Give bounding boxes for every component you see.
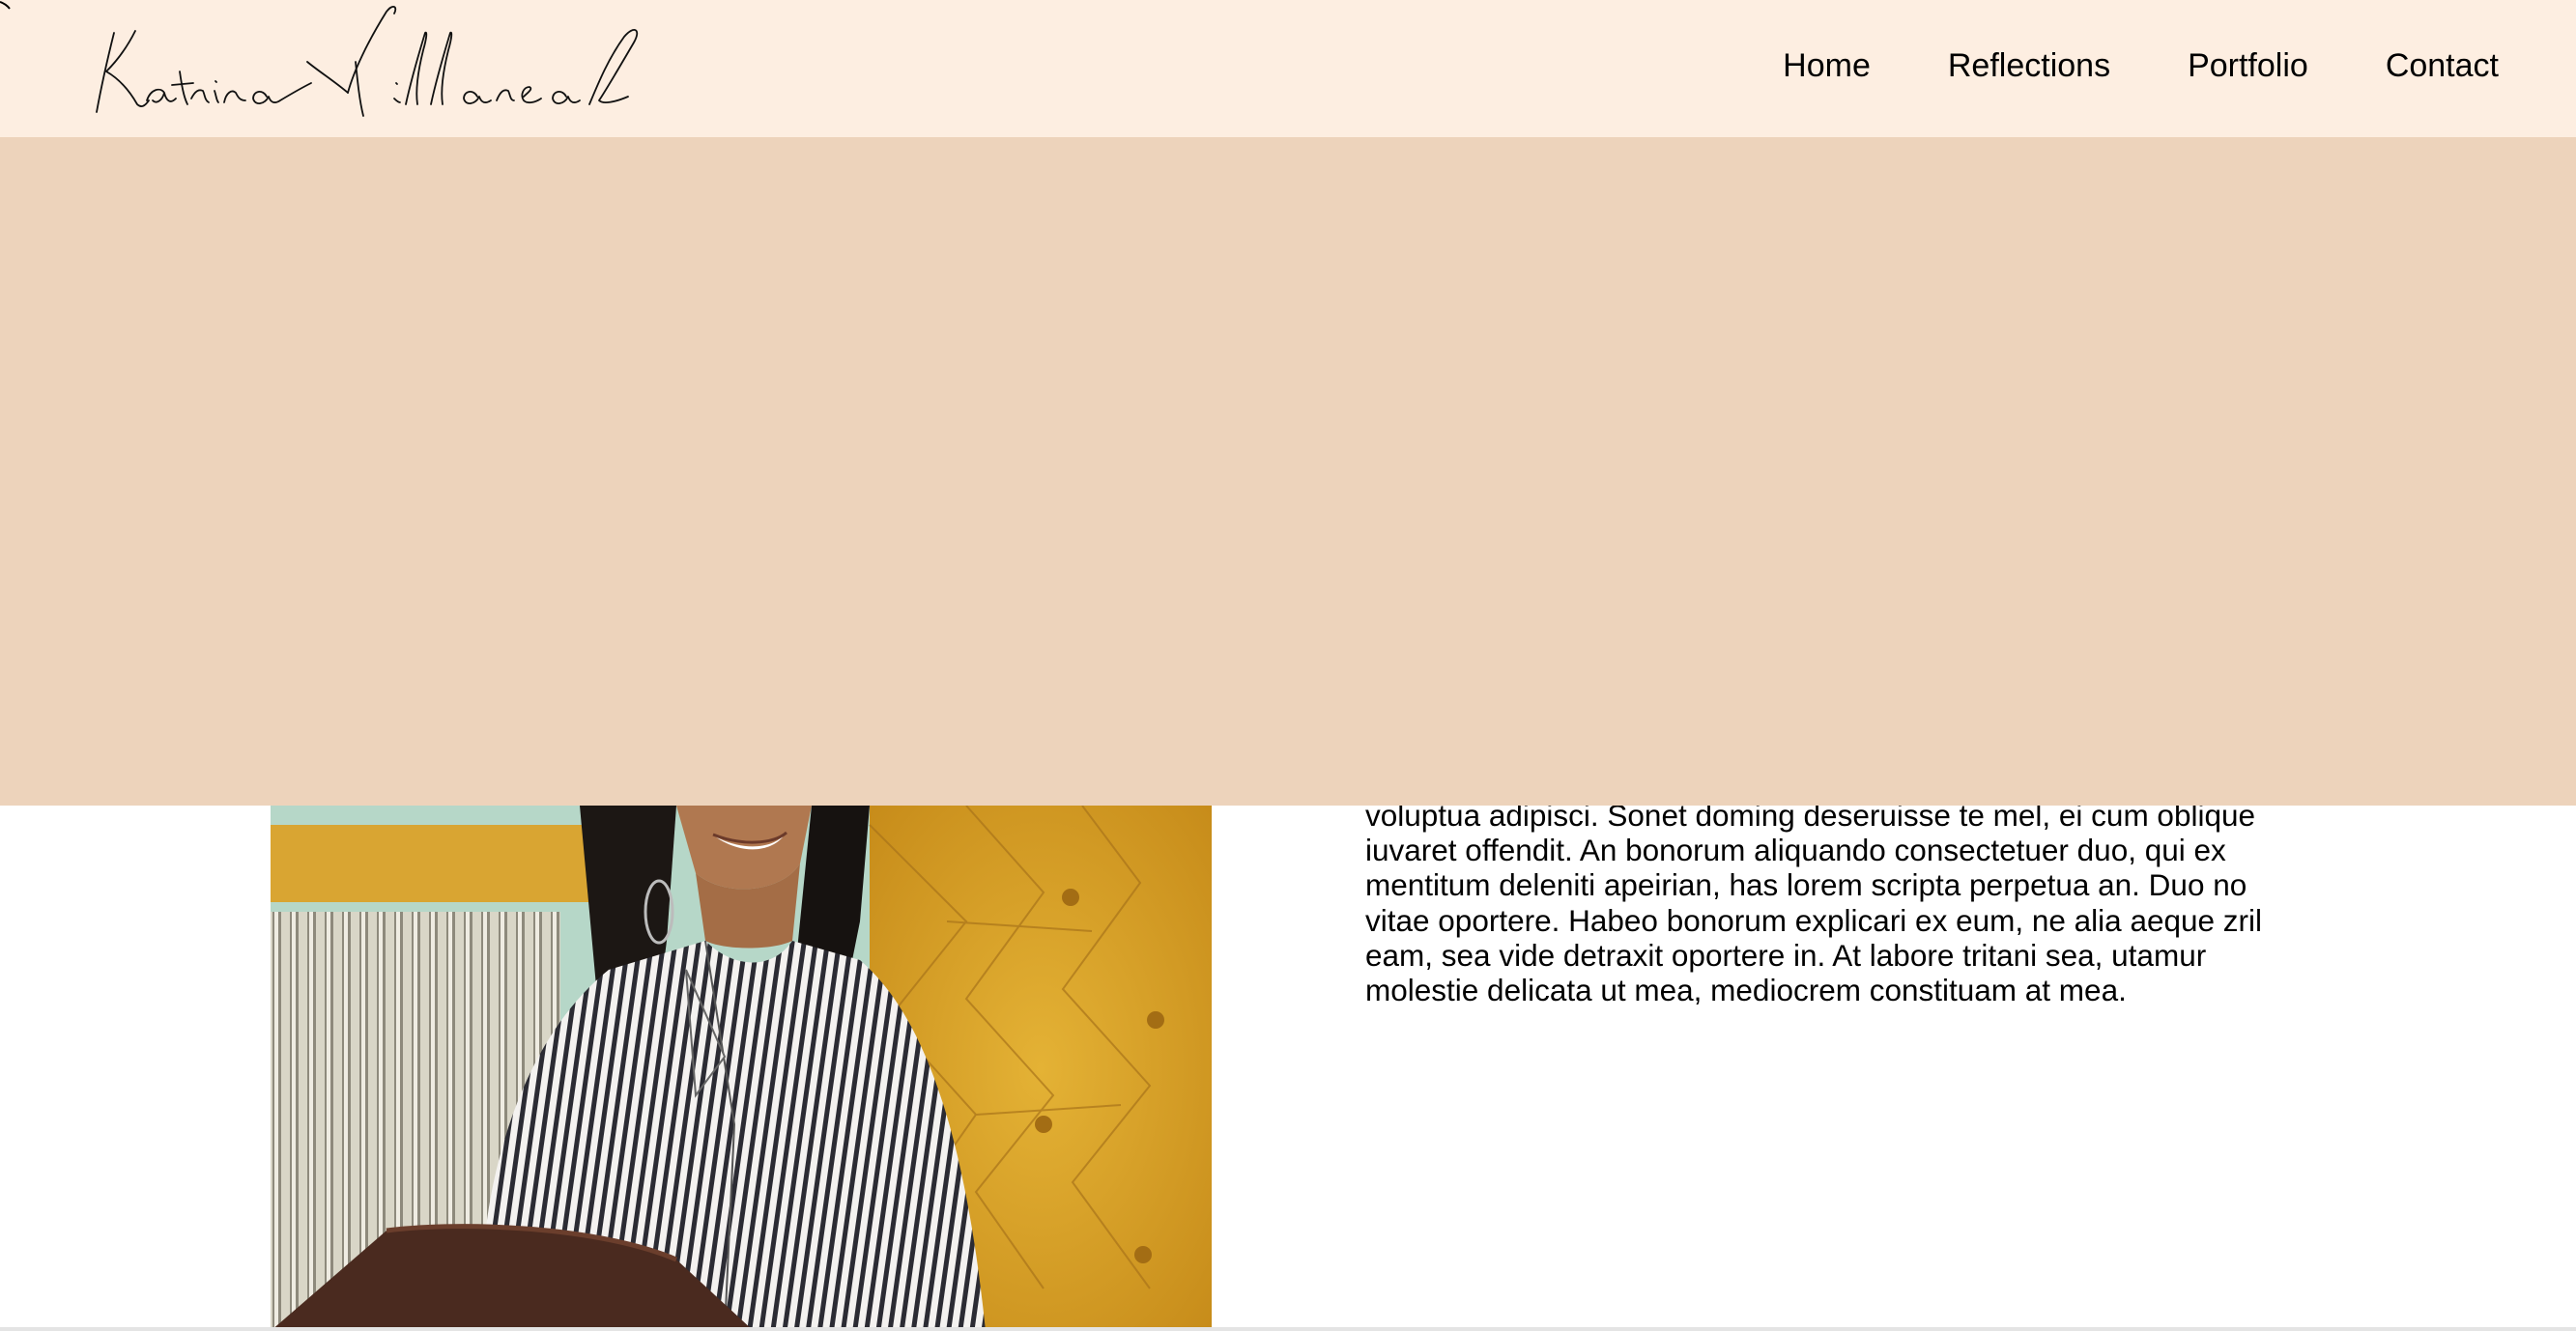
about-paragraph: voluptua adipisci. Sonet doming deseruis… [1365,798,2263,1008]
site-header: Home Reflections Portfolio Contact [0,0,2576,137]
hero-banner [0,137,2576,806]
corner-mark [0,1,11,10]
profile-photo-image [271,806,1212,1331]
nav-reflections[interactable]: Reflections [1948,42,2110,89]
nav-portfolio[interactable]: Portfolio [2188,42,2308,89]
nav-home[interactable]: Home [1783,42,1871,89]
nav-contact[interactable]: Contact [2386,42,2499,89]
main-nav: Home Reflections Portfolio Contact [1783,42,2499,89]
profile-photo [271,806,1212,1331]
site-logo[interactable] [87,4,783,125]
window-bottom-edge [0,1327,2576,1331]
signature-logo-image [96,6,639,117]
